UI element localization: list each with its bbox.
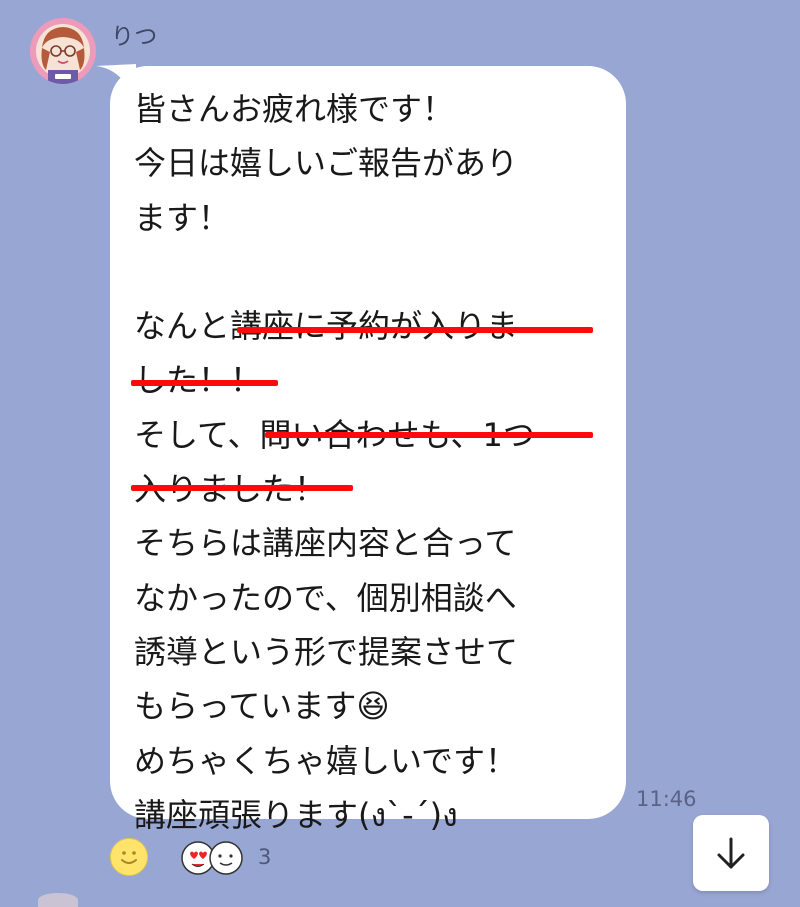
add-reaction-button[interactable]: [110, 838, 148, 876]
highlight-underline: [237, 327, 593, 333]
highlight-underline: [265, 432, 593, 438]
message-text: 皆さんお疲れ様です！ 今日は嬉しいご報告があり ます！ なんと講座に予約が入りま…: [134, 90, 535, 834]
scroll-to-bottom-button[interactable]: [693, 815, 769, 891]
heart-eyes-icon: [181, 841, 215, 875]
smile-face-icon: [209, 841, 243, 875]
highlight-underline: [131, 380, 278, 386]
avatar-icon: [30, 18, 96, 84]
reaction-summary[interactable]: [180, 838, 270, 878]
highlight-underline: [131, 485, 353, 491]
arrow-down-icon: [717, 837, 745, 869]
next-message-avatar: [38, 893, 78, 907]
reaction-count: 3: [258, 845, 272, 869]
smiley-face-icon: [121, 851, 137, 864]
sender-avatar[interactable]: [30, 18, 96, 84]
sender-name: りつ: [111, 24, 158, 50]
message-timestamp: 11:46: [636, 787, 697, 811]
